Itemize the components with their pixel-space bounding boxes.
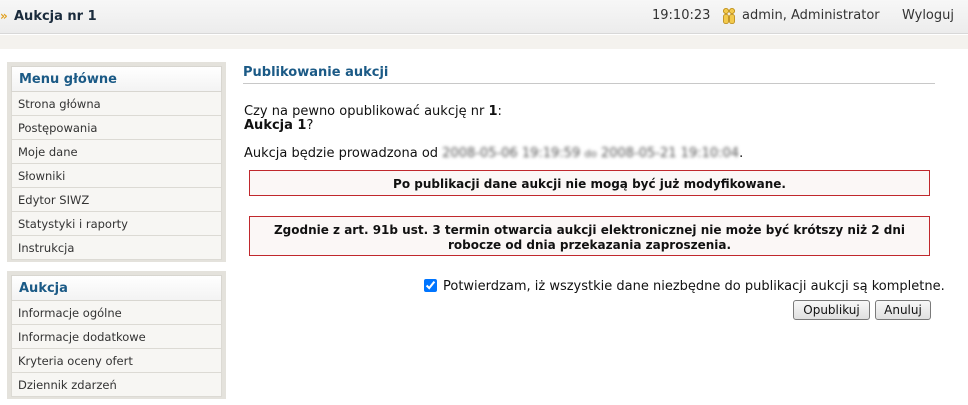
sidebar-item-proceedings[interactable]: Postępowania [11,116,222,140]
logout-link[interactable]: Wyloguj [902,8,954,23]
question-text: Czy na pewno opublikować aukcję nr [244,104,489,119]
question-colon: : [497,104,502,119]
auction-period: Aukcja będzie prowadzona od 2008-05-06 1… [244,146,743,161]
sidebar-item-home[interactable]: Strona główna [11,92,222,116]
warning-legal-line-1: Zgodnie z art. 91b ust. 3 termin otwarci… [273,223,906,237]
current-user: admin, Administrator [742,8,880,23]
sidebar-item-siwz-editor[interactable]: Edytor SIWZ [11,188,222,212]
date-range: 2008-05-06 19:19:59 do 2008-05-21 19:10:… [442,146,739,161]
confirm-row: Potwierdzam, iż wszystkie dane niezbędne… [424,279,945,299]
sidebar-item-general-info[interactable]: Informacje ogólne [11,301,222,325]
clock-time: 19:10:23 [652,8,711,23]
confirm-question: Czy na pewno opublikować aukcję nr 1: [244,104,502,119]
sidebar-item-dictionaries[interactable]: Słowniki [11,164,222,188]
sidebar-item-statistics[interactable]: Statystyki i raporty [11,212,222,236]
date-separator: do [584,149,597,160]
date-from: 2008-05-06 19:19:59 [442,146,581,161]
warning-no-modification: Po publikacji dane aukcji nie mogą być j… [249,170,930,196]
date-to: 2008-05-21 19:10:04 [600,146,740,161]
question-mark: ? [306,118,314,133]
auction-menu-title: Aukcja [11,275,222,301]
period-label: Aukcja będzie prowadzona od [244,146,443,161]
chevron-right-icon: » [0,9,8,23]
section-divider [243,83,935,84]
top-bar: » Aukcja nr 1 19:10:23 admin, Administra… [0,0,968,34]
sidebar-item-criteria[interactable]: Kryteria oceny ofert [11,349,222,373]
auction-name-line: Aukcja 1? [244,118,313,133]
sidebar-item-additional-info[interactable]: Informacje dodatkowe [11,325,222,349]
period-end: . [739,146,744,161]
confirm-checkbox[interactable] [424,279,437,292]
publish-button[interactable]: Opublikuj [793,300,870,320]
warning-legal-line-2: robocze od dnia przekazania zaproszenia. [447,238,732,252]
cancel-button[interactable]: Anuluj [875,300,931,320]
users-icon [723,8,735,24]
page-title: Aukcja nr 1 [14,9,97,24]
main-menu-title: Menu główne [11,66,222,92]
header-band [0,35,968,49]
sidebar-item-event-log[interactable]: Dziennik zdarzeń [11,373,222,397]
auction-menu: Aukcja Informacje ogólne Informacje doda… [7,271,226,399]
sidebar-item-my-data[interactable]: Moje dane [11,140,222,164]
section-title: Publikowanie aukcji [243,65,389,80]
warning-legal-term: Zgodnie z art. 91b ust. 3 termin otwarci… [249,216,930,256]
auction-name: Aukcja 1 [244,118,307,133]
confirm-label: Potwierdzam, iż wszystkie dane niezbędne… [443,279,945,294]
main-menu: Menu główne Strona główna Postępowania M… [7,62,226,262]
sidebar-item-manual[interactable]: Instrukcja [11,236,222,260]
